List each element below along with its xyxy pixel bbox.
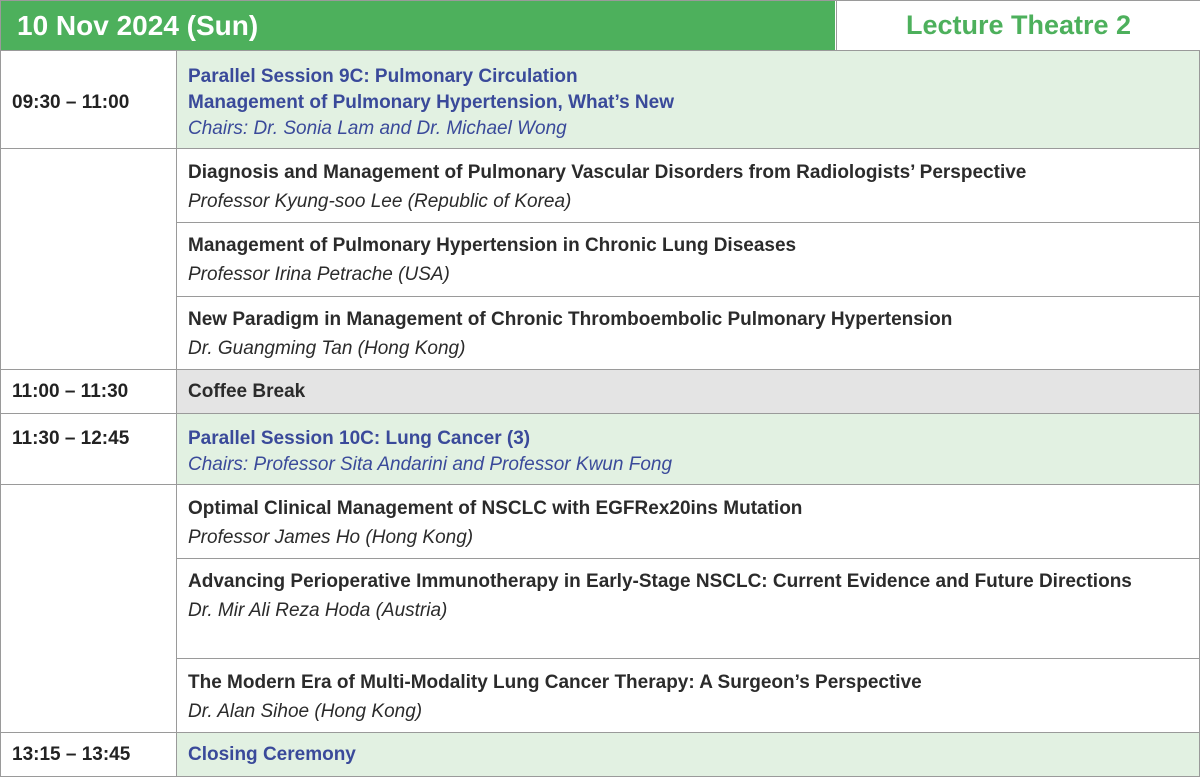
session-cell: Closing Ceremony bbox=[176, 733, 1200, 777]
talks-block: Optimal Clinical Management of NSCLC wit… bbox=[0, 485, 1200, 733]
talk-cell: Diagnosis and Management of Pulmonary Va… bbox=[176, 149, 1200, 370]
talk-title: Advancing Perioperative Immunotherapy in… bbox=[188, 571, 1132, 592]
talk-speaker: Dr. Guangming Tan (Hong Kong) bbox=[188, 338, 466, 359]
session-cell: Parallel Session 9C: Pulmonary Circulati… bbox=[176, 51, 1200, 149]
talk-title: New Paradigm in Management of Chronic Th… bbox=[188, 309, 953, 330]
break-title: Coffee Break bbox=[188, 381, 306, 402]
talk-cell: Optimal Clinical Management of NSCLC wit… bbox=[176, 485, 1200, 733]
talk-item: The Modern Era of Multi-Modality Lung Ca… bbox=[177, 659, 1199, 733]
session-title: Parallel Session 10C: Lung Cancer (3) bbox=[188, 428, 531, 449]
time-cell: 13:15 – 13:45 bbox=[0, 733, 176, 777]
session-row: 11:30 – 12:45 Parallel Session 10C: Lung… bbox=[0, 414, 1200, 485]
time-cell: 09:30 – 11:00 bbox=[0, 51, 176, 149]
talk-item: Optimal Clinical Management of NSCLC wit… bbox=[177, 485, 1199, 559]
session-chairs: Chairs: Dr. Sonia Lam and Dr. Michael Wo… bbox=[188, 118, 567, 139]
time-cell: 11:30 – 12:45 bbox=[0, 414, 176, 485]
talk-item: Diagnosis and Management of Pulmonary Va… bbox=[177, 149, 1199, 223]
talk-title: Optimal Clinical Management of NSCLC wit… bbox=[188, 498, 803, 519]
break-cell: Coffee Break bbox=[176, 370, 1200, 414]
venue-heading: Lecture Theatre 2 bbox=[836, 1, 1200, 50]
session-chairs: Chairs: Professor Sita Andarini and Prof… bbox=[188, 454, 673, 475]
talks-block: Diagnosis and Management of Pulmonary Va… bbox=[0, 149, 1200, 370]
talk-speaker: Professor Kyung-soo Lee (Republic of Kor… bbox=[188, 191, 572, 212]
talk-item: Management of Pulmonary Hypertension in … bbox=[177, 223, 1199, 297]
date-heading: 10 Nov 2024 (Sun) bbox=[1, 1, 835, 50]
talk-item: New Paradigm in Management of Chronic Th… bbox=[177, 297, 1199, 370]
schedule-header: 10 Nov 2024 (Sun) Lecture Theatre 2 bbox=[0, 0, 1200, 51]
time-cell-empty bbox=[0, 149, 176, 370]
talk-speaker: Professor Irina Petrache (USA) bbox=[188, 264, 450, 285]
talk-title: Diagnosis and Management of Pulmonary Va… bbox=[188, 162, 1027, 183]
session-title: Closing Ceremony bbox=[188, 744, 356, 765]
time-label: 09:30 – 11:00 bbox=[12, 92, 130, 113]
time-label: 13:15 – 13:45 bbox=[12, 744, 131, 765]
time-label: 11:00 – 11:30 bbox=[12, 381, 129, 402]
session-row: 13:15 – 13:45 Closing Ceremony bbox=[0, 733, 1200, 777]
break-row: 11:00 – 11:30 Coffee Break bbox=[0, 370, 1200, 414]
session-cell: Parallel Session 10C: Lung Cancer (3) Ch… bbox=[176, 414, 1200, 485]
session-subtitle: Management of Pulmonary Hypertension, Wh… bbox=[188, 92, 674, 113]
programme-schedule: 10 Nov 2024 (Sun) Lecture Theatre 2 09:3… bbox=[0, 0, 1200, 777]
talk-speaker: Dr. Mir Ali Reza Hoda (Austria) bbox=[188, 600, 448, 621]
session-title: Parallel Session 9C: Pulmonary Circulati… bbox=[188, 66, 578, 87]
talk-speaker: Professor James Ho (Hong Kong) bbox=[188, 527, 474, 548]
talk-title: Management of Pulmonary Hypertension in … bbox=[188, 235, 797, 256]
talk-item: Advancing Perioperative Immunotherapy in… bbox=[177, 559, 1199, 659]
time-cell: 11:00 – 11:30 bbox=[0, 370, 176, 414]
time-label: 11:30 – 12:45 bbox=[12, 428, 130, 449]
talk-speaker: Dr. Alan Sihoe (Hong Kong) bbox=[188, 701, 423, 722]
session-row: 09:30 – 11:00 Parallel Session 9C: Pulmo… bbox=[0, 51, 1200, 149]
talk-title: The Modern Era of Multi-Modality Lung Ca… bbox=[188, 672, 922, 693]
time-cell-empty bbox=[0, 485, 176, 733]
